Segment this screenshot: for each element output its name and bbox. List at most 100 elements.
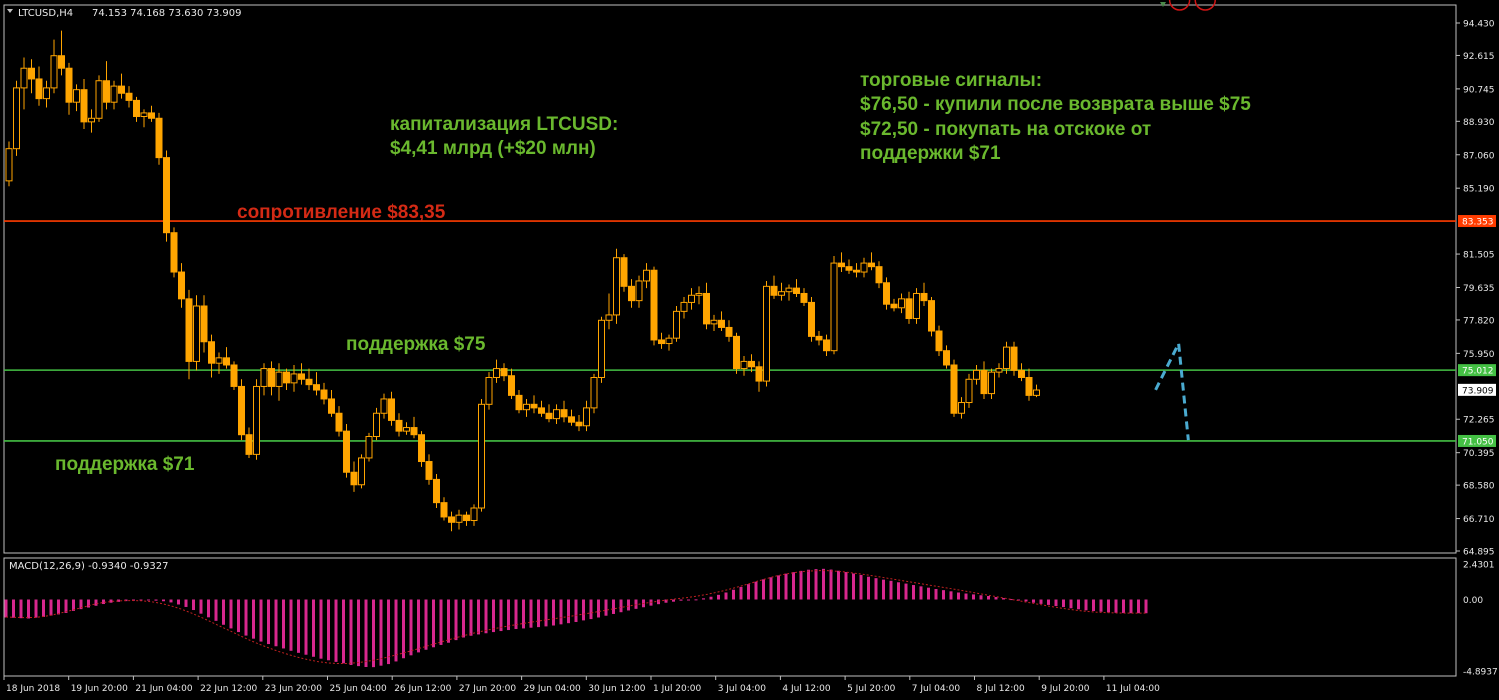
macd-bar <box>207 599 210 618</box>
macd-bar <box>304 599 308 655</box>
candle-body <box>1033 389 1040 396</box>
macd-bar <box>889 580 893 600</box>
candle-body <box>508 375 515 396</box>
candle <box>163 150 170 242</box>
candle <box>733 332 740 374</box>
candle-body <box>875 266 883 284</box>
macd-bar <box>799 570 803 600</box>
candle-body <box>20 67 28 89</box>
candle <box>5 141 13 187</box>
macd-bar <box>267 599 270 645</box>
ltcusd-chart[interactable]: LTCUSD,H4 74.153 74.168 73.630 73.909 94… <box>0 0 1499 700</box>
candle-body <box>583 407 590 427</box>
macd-bar <box>582 599 585 621</box>
candle <box>358 454 365 489</box>
candle-body <box>958 402 965 414</box>
macd-bar <box>717 594 720 600</box>
macd-bar <box>1054 599 1058 607</box>
candle-body <box>13 87 20 150</box>
price-tick-label: 75.950 <box>1463 350 1495 360</box>
candle <box>365 432 373 462</box>
candle-body <box>478 403 485 509</box>
time-tick-label: 1 Jul 20:00 <box>653 684 702 694</box>
time-tick-label: 26 Jun 12:00 <box>394 684 451 694</box>
candle-body <box>448 516 455 523</box>
candle <box>928 297 935 337</box>
candle-body <box>155 117 163 159</box>
candle-body <box>778 291 785 296</box>
price-tick-label: 81.505 <box>1463 251 1495 261</box>
candle-body <box>133 99 140 117</box>
candle-body <box>350 471 358 486</box>
macd-bar <box>27 599 30 619</box>
candle-body <box>515 394 523 411</box>
chart-ohlc: 74.153 74.168 73.630 73.909 <box>92 8 242 19</box>
chart-symbol: LTCUSD,H4 <box>18 8 73 19</box>
signal-2a: $72,50 - покупать на отскоке от <box>860 119 1151 140</box>
macd-bar <box>612 599 615 614</box>
macd-bar <box>814 569 818 600</box>
candle-body <box>193 305 200 362</box>
candle-body <box>568 416 575 423</box>
macd-bar <box>919 586 923 600</box>
candle-body <box>748 360 755 368</box>
price-tick-label: 85.190 <box>1463 185 1495 195</box>
candle-body <box>680 301 688 312</box>
candle-body <box>140 112 148 117</box>
candle-body <box>95 80 103 119</box>
candle-body <box>838 262 845 268</box>
macd-bar <box>49 599 53 616</box>
candle <box>193 295 200 371</box>
candle-body <box>230 364 238 387</box>
candle-body <box>290 373 298 384</box>
candle-body <box>943 350 950 366</box>
candle-body <box>718 319 725 328</box>
candle-body <box>695 292 703 296</box>
macd-bar <box>874 578 878 600</box>
candle <box>913 288 920 324</box>
candle-body <box>365 435 373 459</box>
macd-bar <box>1032 599 1035 603</box>
macd-bar <box>469 599 473 636</box>
price-tick-label: 88.930 <box>1463 118 1495 128</box>
candle-body <box>620 257 628 287</box>
candle-body <box>643 269 650 282</box>
macd-bar <box>244 599 248 636</box>
macd-bar <box>844 572 848 600</box>
candle-body <box>200 305 208 343</box>
candle-body <box>463 514 470 522</box>
macd-bar <box>492 599 495 633</box>
time-tick-label: 19 Jun 20:00 <box>71 684 128 694</box>
macd-bar <box>949 591 953 600</box>
price-tick-label: 79.635 <box>1463 284 1495 294</box>
macd-bar <box>379 599 383 666</box>
candle-body <box>658 339 665 345</box>
candle-body <box>560 409 568 418</box>
macd-bar <box>634 599 638 609</box>
candle-body <box>493 368 500 379</box>
candle-body <box>965 378 973 404</box>
macd-bar <box>657 599 660 605</box>
macd-bar <box>102 599 105 605</box>
candle-body <box>28 67 35 80</box>
time-tick-label: 9 Jul 20:00 <box>1041 684 1090 694</box>
price-tick-label: 66.710 <box>1463 515 1495 525</box>
macd-bar <box>334 599 338 662</box>
macd-bar <box>424 599 428 650</box>
candle <box>808 297 815 342</box>
candle-body <box>395 419 403 432</box>
macd-bar <box>769 577 773 600</box>
price-tick-label: 64.895 <box>1463 548 1495 558</box>
price-tick-label: 90.745 <box>1463 85 1495 95</box>
candle-body <box>253 385 260 455</box>
candle-body <box>650 269 658 341</box>
candle <box>170 227 178 278</box>
macd-bar <box>852 573 855 600</box>
candle <box>485 372 493 410</box>
macd-bar <box>679 599 683 601</box>
macd-bar <box>979 595 983 600</box>
candle-body <box>388 398 395 421</box>
macd-bar <box>987 595 990 600</box>
price-tick-label: 94.430 <box>1463 20 1495 30</box>
candle <box>95 75 103 122</box>
